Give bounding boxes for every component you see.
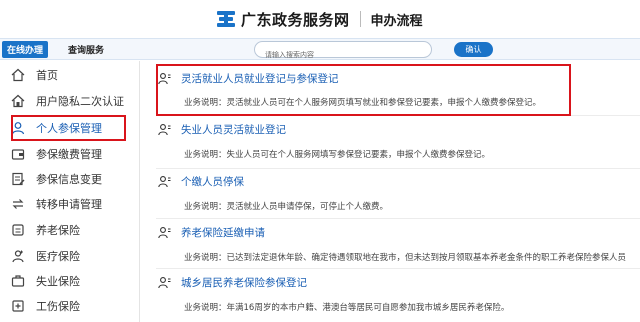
- entry-title-link[interactable]: 养老保险延缴申请: [181, 225, 265, 240]
- sidebar-item-pension[interactable]: 养老保险: [4, 218, 134, 242]
- entry-title-row: 失业人员灵活就业登记: [148, 120, 286, 138]
- search-box: [254, 41, 432, 63]
- site-header: 广东政务服务网 申办流程: [0, 0, 640, 38]
- divider: [156, 268, 640, 269]
- divider: [156, 168, 640, 169]
- sidebar-item-label: 转移申请管理: [36, 198, 102, 211]
- guangdong-gov-logo-icon: [216, 9, 236, 29]
- sidebar-item-label: 失业保险: [36, 275, 80, 288]
- wallet-icon: [11, 147, 25, 161]
- site-logo[interactable]: 广东政务服务网 申办流程: [216, 9, 423, 29]
- tab-online-handling[interactable]: 在线办理: [2, 41, 48, 58]
- sidebar-item-label: 养老保险: [36, 224, 80, 237]
- sidebar-item-transfer[interactable]: 转移申请管理: [4, 192, 134, 216]
- person-card-icon: [158, 226, 171, 239]
- unemployment-icon: [11, 274, 25, 288]
- home-icon: [11, 68, 25, 82]
- sidebar-item-label: 参保缴费管理: [36, 148, 102, 161]
- medical-icon: [11, 249, 25, 263]
- pension-icon: [11, 223, 25, 237]
- entry-title-link[interactable]: 城乡居民养老保险参保登记: [181, 275, 307, 290]
- sidebar-item-injury[interactable]: 工伤保险: [4, 294, 134, 318]
- sidebar-item-label: 首页: [36, 69, 58, 82]
- transfer-icon: [11, 197, 25, 211]
- entry-description: 业务说明：已达到法定退休年龄、确定待遇领取地在我市，但未达到按月领取基本养老金条…: [184, 253, 627, 263]
- sidebar-item-privacy-auth[interactable]: 用户隐私二次认证: [4, 89, 134, 113]
- sidebar-item-medical[interactable]: 医疗保险: [4, 244, 134, 268]
- person-card-icon: [158, 175, 171, 188]
- person-card-icon: [158, 276, 171, 289]
- sidebar-item-label: 参保信息变更: [36, 173, 102, 186]
- header-divider: [359, 11, 361, 27]
- entry-title-row: 养老保险延缴申请: [148, 223, 265, 241]
- injury-icon: [11, 299, 25, 313]
- house-lock-icon: [11, 94, 25, 108]
- entry-highlight-box: [156, 64, 571, 116]
- section-name: 申办流程: [370, 13, 423, 29]
- document-edit-icon: [11, 172, 25, 186]
- sidebar-item-label: 工伤保险: [36, 300, 80, 313]
- sidebar: 首页 用户隐私二次认证 个人参保管理 参保缴费管理 参保信息变更 转移申请管理: [0, 61, 140, 322]
- sidebar-item-label: 用户隐私二次认证: [36, 95, 124, 108]
- sidebar-item-label: 医疗保险: [36, 250, 80, 263]
- entry-title-link[interactable]: 失业人员灵活就业登记: [181, 122, 286, 137]
- top-navbar: 在线办理 查询服务 确认: [0, 38, 640, 63]
- person-card-icon: [158, 123, 171, 136]
- entry-description: 业务说明：年满16周岁的本市户籍、港澳台等居民可自愿参加我市城乡居民养老保险。: [184, 303, 510, 313]
- tab-query-service[interactable]: 查询服务: [68, 43, 104, 56]
- entry-title-link[interactable]: 个缴人员停保: [181, 174, 244, 189]
- entry-title-row: 个缴人员停保: [148, 172, 244, 190]
- sidebar-item-unemployment[interactable]: 失业保险: [4, 269, 134, 293]
- confirm-button[interactable]: 确认: [454, 42, 493, 57]
- sidebar-item-home[interactable]: 首页: [4, 63, 134, 87]
- sidebar-item-payment[interactable]: 参保缴费管理: [4, 142, 134, 166]
- sidebar-item-info-change[interactable]: 参保信息变更: [4, 167, 134, 191]
- site-name: 广东政务服务网: [241, 10, 350, 29]
- divider: [156, 218, 640, 219]
- sidebar-active-highlight: [11, 115, 126, 141]
- entry-description: 业务说明：失业人员可在个人服务网填写参保登记要素，申报个人缴费参保登记。: [184, 150, 491, 160]
- entry-title-row: 城乡居民养老保险参保登记: [148, 273, 307, 291]
- entry-description: 业务说明：灵活就业人员申请停保，可停止个人缴费。: [184, 202, 389, 212]
